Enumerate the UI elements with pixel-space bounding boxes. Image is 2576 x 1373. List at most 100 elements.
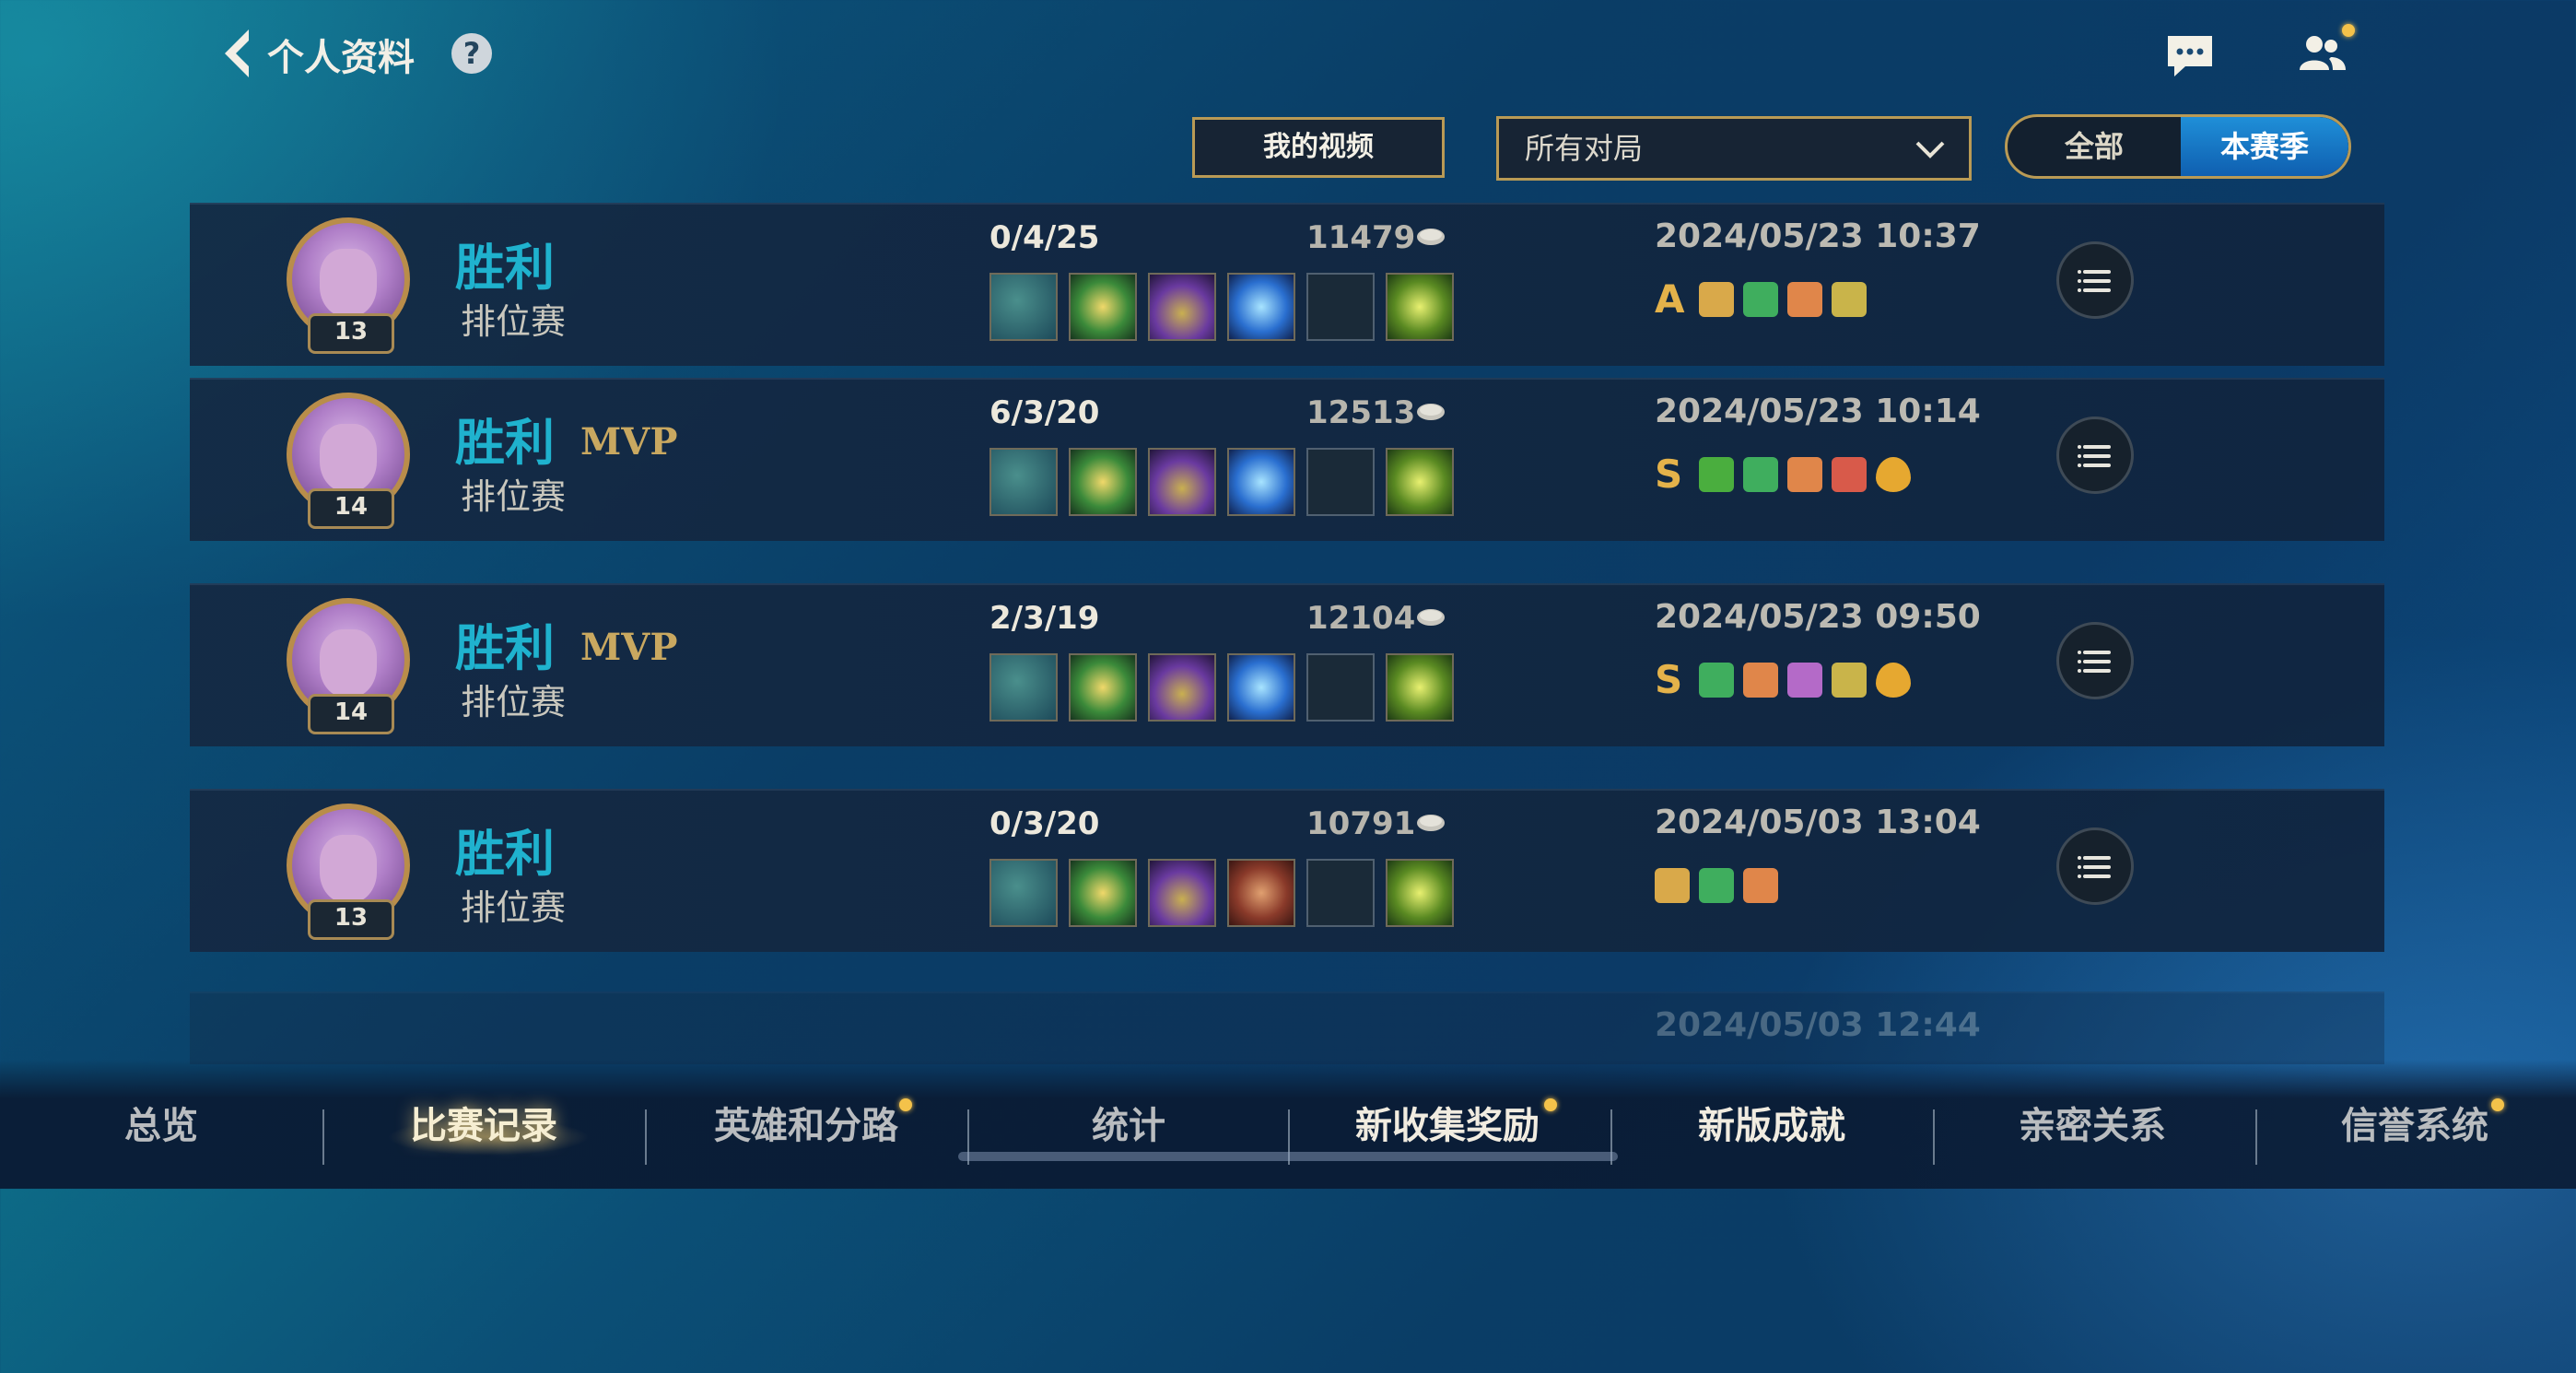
segment-all[interactable]: 全部 (2008, 117, 2181, 176)
tab-overview[interactable]: 总览 (92, 1100, 230, 1152)
item-slot (1148, 448, 1216, 516)
chevron-left-icon (225, 29, 249, 77)
match-result: 胜利 (455, 619, 555, 677)
gold-coin-icon (1417, 229, 1445, 245)
item-slot (989, 653, 1058, 722)
match-mode: 排位赛 (461, 887, 567, 928)
match-result: 胜利 (455, 825, 555, 883)
item-slot (1069, 273, 1137, 341)
mvp-badge: MVP (580, 420, 678, 464)
match-grade: A (1655, 276, 1685, 322)
match-kda: 2/3/19 (989, 600, 1100, 637)
tab-new-achievements[interactable]: 新版成就 (1666, 1100, 1878, 1152)
item-slot (1227, 273, 1295, 341)
trinket-slot (1386, 448, 1454, 516)
match-row[interactable]: 2024/05/03 12:44 (190, 992, 2384, 1064)
shield-badge-icon (1743, 868, 1778, 903)
tab-new-collection-rewards[interactable]: 新收集奖励 (1341, 1100, 1553, 1152)
shield-badge-icon (1743, 663, 1778, 698)
match-time: 2024/05/03 13:04 (1655, 804, 1981, 841)
match-grade: S (1655, 657, 1683, 702)
match-time: 2024/05/23 10:14 (1655, 393, 1981, 430)
match-details-button[interactable] (2056, 622, 2134, 699)
item-slot (1069, 448, 1137, 516)
item-slot (1069, 859, 1137, 927)
drop-badge-icon (1876, 663, 1911, 698)
wings-badge-icon (1787, 663, 1822, 698)
support-badge-icon (1699, 282, 1734, 317)
match-kda: 0/3/20 (989, 805, 1100, 842)
match-details-button[interactable] (2056, 827, 2134, 905)
drop-badge-icon (1876, 457, 1911, 492)
match-row[interactable]: 14 胜利 MVP 排位赛 2/3/19 12104 2024/05/23 09… (190, 583, 2384, 746)
tab-honor-system[interactable]: 信誉系统 (2309, 1100, 2521, 1152)
tab-relationships[interactable]: 亲密关系 (1986, 1100, 2198, 1152)
shield-badge-icon (1787, 457, 1822, 492)
item-slot (1148, 273, 1216, 341)
champion-level: 13 (308, 313, 394, 354)
item-slot-empty (1306, 653, 1375, 722)
bottom-navigation: 总览 比赛记录 英雄和分路 统计 新收集奖励 新版成就 亲密关系 信誉系统 (0, 1060, 2576, 1189)
item-slot-empty (1306, 273, 1375, 341)
mvp-badge: MVP (580, 626, 678, 669)
item-slot (989, 859, 1058, 927)
home-indicator (958, 1152, 1618, 1161)
item-slot (1227, 448, 1295, 516)
item-slot (989, 273, 1058, 341)
back-button[interactable] (217, 26, 254, 81)
item-slot (1227, 859, 1295, 927)
season-toggle[interactable]: 全部 本赛季 (2005, 114, 2351, 179)
match-kda: 6/3/20 (989, 394, 1100, 431)
page-title: 个人资料 (267, 37, 415, 79)
item-slot (1148, 859, 1216, 927)
match-row[interactable]: 13 胜利 排位赛 0/3/20 10791 2024/05/03 13:04 (190, 789, 2384, 952)
match-filter-dropdown[interactable]: 所有对局 (1496, 116, 1972, 181)
damage-badge-icon (1832, 457, 1867, 492)
support-badge-icon (1655, 868, 1690, 903)
tab-match-history[interactable]: 比赛记录 (378, 1100, 590, 1152)
ward-badge-icon (1832, 663, 1867, 698)
tab-notification-dot (1544, 1098, 1557, 1111)
heal-badge-icon (1743, 282, 1778, 317)
segment-this-season[interactable]: 本赛季 (2181, 117, 2348, 176)
tab-notification-dot (2491, 1098, 2504, 1111)
match-row[interactable]: 14 胜利 MVP 排位赛 6/3/20 12513 2024/05/23 10… (190, 378, 2384, 541)
match-mode: 排位赛 (461, 682, 567, 722)
friends-icon[interactable] (2294, 31, 2349, 77)
match-mode: 排位赛 (461, 476, 567, 517)
match-gold: 12513 (1306, 394, 1416, 431)
match-time: 2024/05/23 09:50 (1655, 598, 1981, 636)
match-time: 2024/05/23 10:37 (1655, 217, 1981, 255)
item-slot (989, 448, 1058, 516)
item-slot-empty (1306, 859, 1375, 927)
gold-coin-icon (1417, 609, 1445, 626)
match-kda: 0/4/25 (989, 219, 1100, 256)
match-details-button[interactable] (2056, 241, 2134, 319)
item-slot (1227, 653, 1295, 722)
chevron-down-icon (1915, 141, 1945, 158)
heal-badge-icon (1699, 868, 1734, 903)
help-icon[interactable]: ? (451, 33, 492, 74)
match-mode: 排位赛 (461, 301, 567, 342)
chat-icon[interactable] (2165, 33, 2215, 79)
my-video-button[interactable]: 我的视频 (1192, 117, 1445, 178)
champion-level: 13 (308, 899, 394, 940)
match-row[interactable]: 13 胜利 排位赛 0/4/25 11479 2024/05/23 10:37 … (190, 203, 2384, 366)
gold-coin-icon (1417, 815, 1445, 831)
match-details-button[interactable] (2056, 417, 2134, 494)
tab-statistics[interactable]: 统计 (1023, 1100, 1235, 1152)
match-filter-value: 所有对局 (1525, 131, 1644, 166)
tab-notification-dot (899, 1098, 912, 1111)
match-time: 2024/05/03 12:44 (1655, 1006, 1981, 1044)
tab-champions-and-lanes[interactable]: 英雄和分路 (700, 1100, 912, 1152)
trinket-slot (1386, 273, 1454, 341)
match-list[interactable]: 13 胜利 排位赛 0/4/25 11479 2024/05/23 10:37 … (190, 203, 2384, 1064)
item-slot (1148, 653, 1216, 722)
match-gold: 10791 (1306, 805, 1416, 842)
match-result: 胜利 (455, 414, 555, 472)
match-grade: S (1655, 452, 1683, 497)
match-result: 胜利 (455, 239, 555, 297)
ward-badge-icon (1832, 282, 1867, 317)
gold-coin-icon (1417, 404, 1445, 420)
champion-level: 14 (308, 488, 394, 529)
